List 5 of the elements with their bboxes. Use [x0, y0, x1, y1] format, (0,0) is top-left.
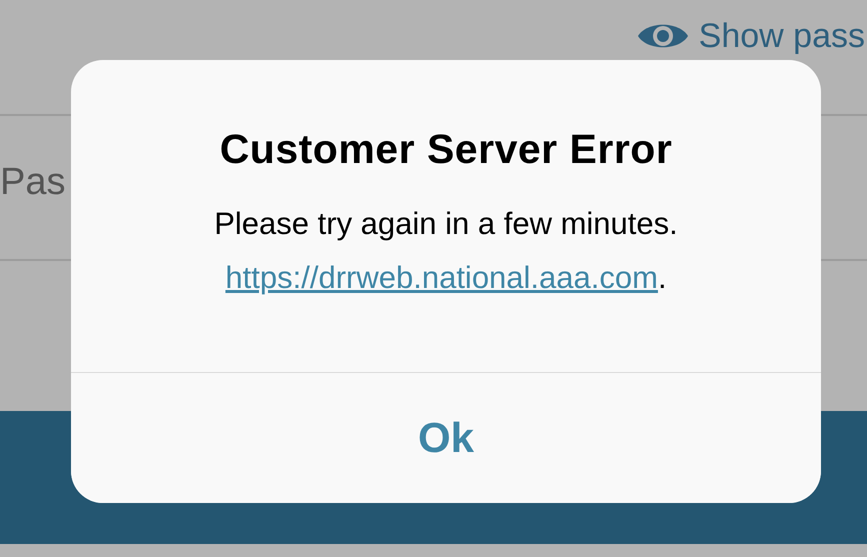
show-password-link[interactable]: Show pass [698, 16, 865, 56]
url-link[interactable]: https://drrweb.national.aaa.com [225, 260, 658, 295]
dialog-title: Customer Server Error [220, 126, 672, 173]
password-label: Pas [0, 161, 66, 204]
dialog-message: Please try again in a few minutes. https://drrweb.national.aaa.com. [214, 205, 678, 297]
